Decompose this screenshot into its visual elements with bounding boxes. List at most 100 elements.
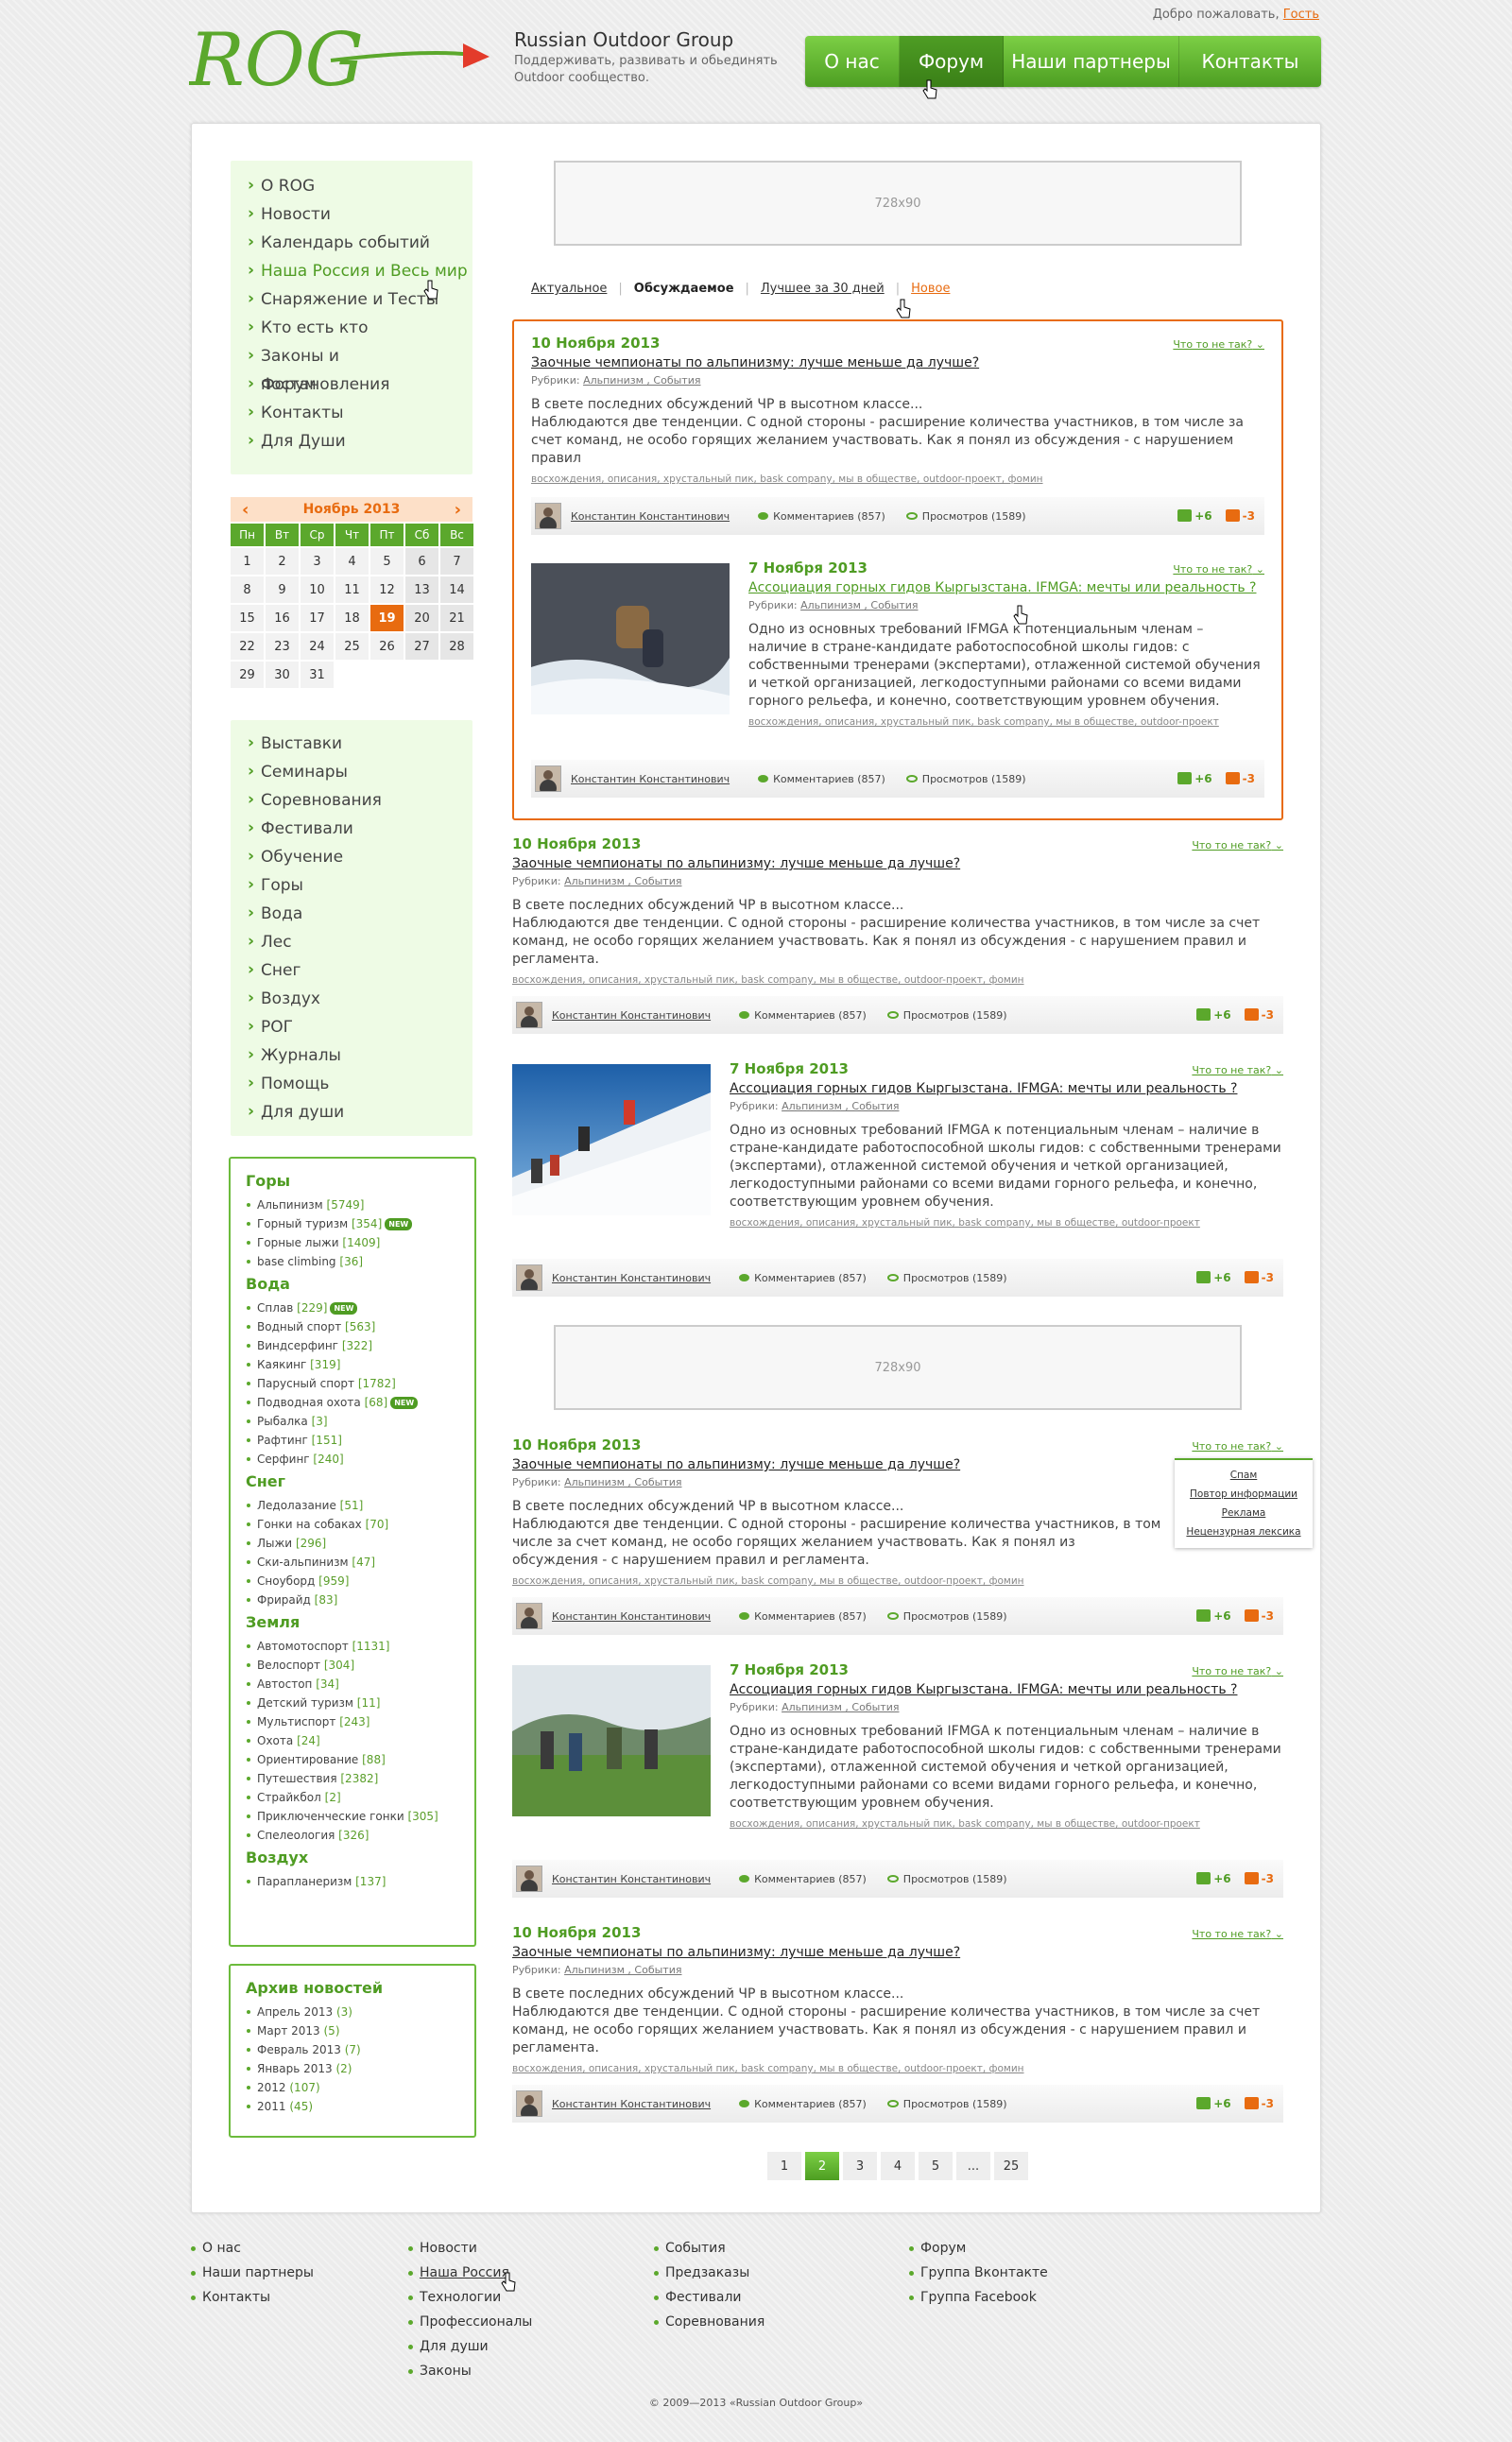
article-photo[interactable]: [512, 1064, 711, 1215]
category-item[interactable]: Фрирайд [83]: [246, 1591, 459, 1609]
vote-down[interactable]: -3: [1225, 509, 1255, 523]
footer-link[interactable]: Для души: [408, 2334, 532, 2359]
archive-item[interactable]: Март 2013 (5): [246, 2021, 459, 2040]
prev-month-icon[interactable]: ‹: [242, 500, 249, 520]
article-title[interactable]: Заочные чемпионаты по альпинизму: лучше …: [512, 1945, 1283, 1960]
article-title[interactable]: Заочные чемпионаты по альпинизму: лучше …: [512, 856, 1283, 871]
calendar-day[interactable]: 14: [440, 576, 473, 603]
category-item[interactable]: Ледолазание [51]: [246, 1496, 459, 1515]
vote-down[interactable]: -3: [1244, 2097, 1274, 2110]
article-tags[interactable]: восхождения, описания, хрустальный пик, …: [730, 1217, 1283, 1229]
page-button[interactable]: 2: [805, 2152, 839, 2180]
category-item[interactable]: Парусный спорт [1782]: [246, 1374, 459, 1393]
vote-down[interactable]: -3: [1244, 1609, 1274, 1623]
author-link[interactable]: Константин Константинович: [552, 1610, 711, 1623]
sidebar-item-forum[interactable]: Форум: [231, 370, 472, 399]
rubrics-links[interactable]: Альпинизм , События: [564, 1476, 681, 1488]
rubrics-links[interactable]: Альпинизм , События: [564, 1964, 681, 1976]
category-heading[interactable]: Снег: [246, 1472, 459, 1490]
category-item[interactable]: Мультиспорт [243]: [246, 1712, 459, 1731]
report-option-spam[interactable]: Спам: [1175, 1466, 1313, 1485]
sidebar-topic-item[interactable]: Горы: [231, 870, 472, 900]
archive-item[interactable]: 2012 (107): [246, 2078, 459, 2097]
rubrics-links[interactable]: Альпинизм , События: [800, 599, 918, 611]
calendar-day[interactable]: 23: [266, 633, 299, 660]
category-item[interactable]: Водный спорт [563]: [246, 1317, 459, 1336]
article-tags[interactable]: восхождения, описания, хрустальный пик, …: [748, 716, 1264, 728]
category-item[interactable]: Путешествия [2382]: [246, 1769, 459, 1788]
calendar-day[interactable]: 10: [301, 576, 334, 603]
sidebar-topic-item[interactable]: Журналы: [231, 1040, 472, 1070]
footer-link[interactable]: Профессионалы: [408, 2310, 532, 2334]
category-item[interactable]: Страйкбол [2]: [246, 1788, 459, 1807]
nav-partners[interactable]: Наши партнеры: [1004, 36, 1179, 87]
category-item[interactable]: Автомотоспорт [1131]: [246, 1637, 459, 1656]
rubrics-links[interactable]: Альпинизм , События: [782, 1100, 899, 1112]
sidebar-item-about[interactable]: О ROG: [231, 171, 472, 200]
calendar-day[interactable]: 7: [440, 548, 473, 575]
sidebar-item-contacts[interactable]: Контакты: [231, 398, 472, 427]
calendar-day[interactable]: 30: [266, 662, 299, 688]
category-item[interactable]: Велоспорт [304]: [246, 1656, 459, 1675]
report-option-profanity[interactable]: Нецензурная лексика: [1175, 1522, 1313, 1541]
comments-count[interactable]: Комментариев (857): [758, 773, 885, 785]
sidebar-item-calendar[interactable]: Календарь событий: [231, 228, 472, 257]
article-tags[interactable]: восхождения, описания, хрустальный пик, …: [512, 2063, 1283, 2074]
vote-up[interactable]: +6: [1196, 1008, 1231, 1022]
page-button[interactable]: 5: [919, 2152, 953, 2180]
next-month-icon[interactable]: ›: [455, 500, 461, 520]
footer-link[interactable]: Законы: [408, 2359, 532, 2383]
sidebar-topic-item[interactable]: Семинары: [231, 757, 472, 786]
category-item[interactable]: Сноуборд [959]: [246, 1572, 459, 1591]
sidebar-topic-item[interactable]: Воздух: [231, 984, 472, 1013]
calendar-day[interactable]: 17: [301, 605, 334, 631]
filter-new[interactable]: Новое: [911, 282, 950, 296]
category-heading[interactable]: Горы: [246, 1172, 459, 1190]
avatar[interactable]: [516, 2090, 542, 2117]
comments-count[interactable]: Комментариев (857): [739, 1272, 867, 1284]
ad-banner-middle[interactable]: 728x90: [554, 1325, 1242, 1410]
page-button[interactable]: 4: [881, 2152, 915, 2180]
archive-item[interactable]: Февраль 2013 (7): [246, 2040, 459, 2059]
category-item[interactable]: Охота [24]: [246, 1731, 459, 1750]
calendar-day[interactable]: 1: [231, 548, 264, 575]
category-item[interactable]: Рыбалка [3]: [246, 1412, 459, 1431]
ad-banner-top[interactable]: 728x90: [554, 161, 1242, 246]
category-item[interactable]: Автостоп [34]: [246, 1675, 459, 1694]
article-title[interactable]: Заочные чемпионаты по альпинизму: лучше …: [531, 355, 1264, 370]
rubrics-links[interactable]: Альпинизм , События: [782, 1701, 899, 1713]
footer-link[interactable]: Новости: [408, 2236, 532, 2261]
author-link[interactable]: Константин Константинович: [552, 1272, 711, 1284]
calendar-day[interactable]: 29: [231, 662, 264, 688]
rubrics-links[interactable]: Альпинизм , События: [583, 374, 700, 387]
sidebar-topic-item[interactable]: Выставки: [231, 729, 472, 758]
avatar[interactable]: [516, 1002, 542, 1028]
sidebar-topic-item[interactable]: Соревнования: [231, 785, 472, 815]
calendar-day[interactable]: 3: [301, 548, 334, 575]
calendar-day[interactable]: 6: [405, 548, 438, 575]
calendar-day[interactable]: 5: [370, 548, 404, 575]
avatar[interactable]: [516, 1264, 542, 1291]
comments-count[interactable]: Комментариев (857): [739, 1009, 867, 1022]
guest-link[interactable]: Гость: [1283, 8, 1319, 22]
category-item[interactable]: Рафтинг [151]: [246, 1431, 459, 1450]
filter-best-30[interactable]: Лучшее за 30 дней: [761, 282, 885, 296]
footer-link[interactable]: О нас: [191, 2236, 314, 2261]
nav-forum[interactable]: Форум: [900, 36, 1004, 87]
page-button[interactable]: 25: [994, 2152, 1028, 2180]
sidebar-topic-item[interactable]: Обучение: [231, 842, 472, 871]
sidebar-topic-item[interactable]: Для души: [231, 1097, 472, 1126]
category-item[interactable]: Ски-альпинизм [47]: [246, 1553, 459, 1572]
footer-link[interactable]: Форум: [909, 2236, 1048, 2261]
filter-discussed[interactable]: Обсуждаемое: [634, 282, 734, 296]
sidebar-item-laws[interactable]: Законы и постановления: [231, 341, 472, 394]
category-item[interactable]: Горный туризм [354] NEW: [246, 1214, 459, 1233]
comments-count[interactable]: Комментариев (857): [758, 510, 885, 523]
article-tags[interactable]: восхождения, описания, хрустальный пик, …: [531, 473, 1264, 485]
category-item[interactable]: Сплав [229] NEW: [246, 1298, 459, 1317]
report-link[interactable]: Что то не так?: [1173, 338, 1264, 351]
article-photo[interactable]: [531, 563, 730, 714]
category-item[interactable]: Лыжи [296]: [246, 1534, 459, 1553]
category-item[interactable]: Виндсерфинг [322]: [246, 1336, 459, 1355]
sidebar-topic-item[interactable]: Помощь: [231, 1069, 472, 1098]
